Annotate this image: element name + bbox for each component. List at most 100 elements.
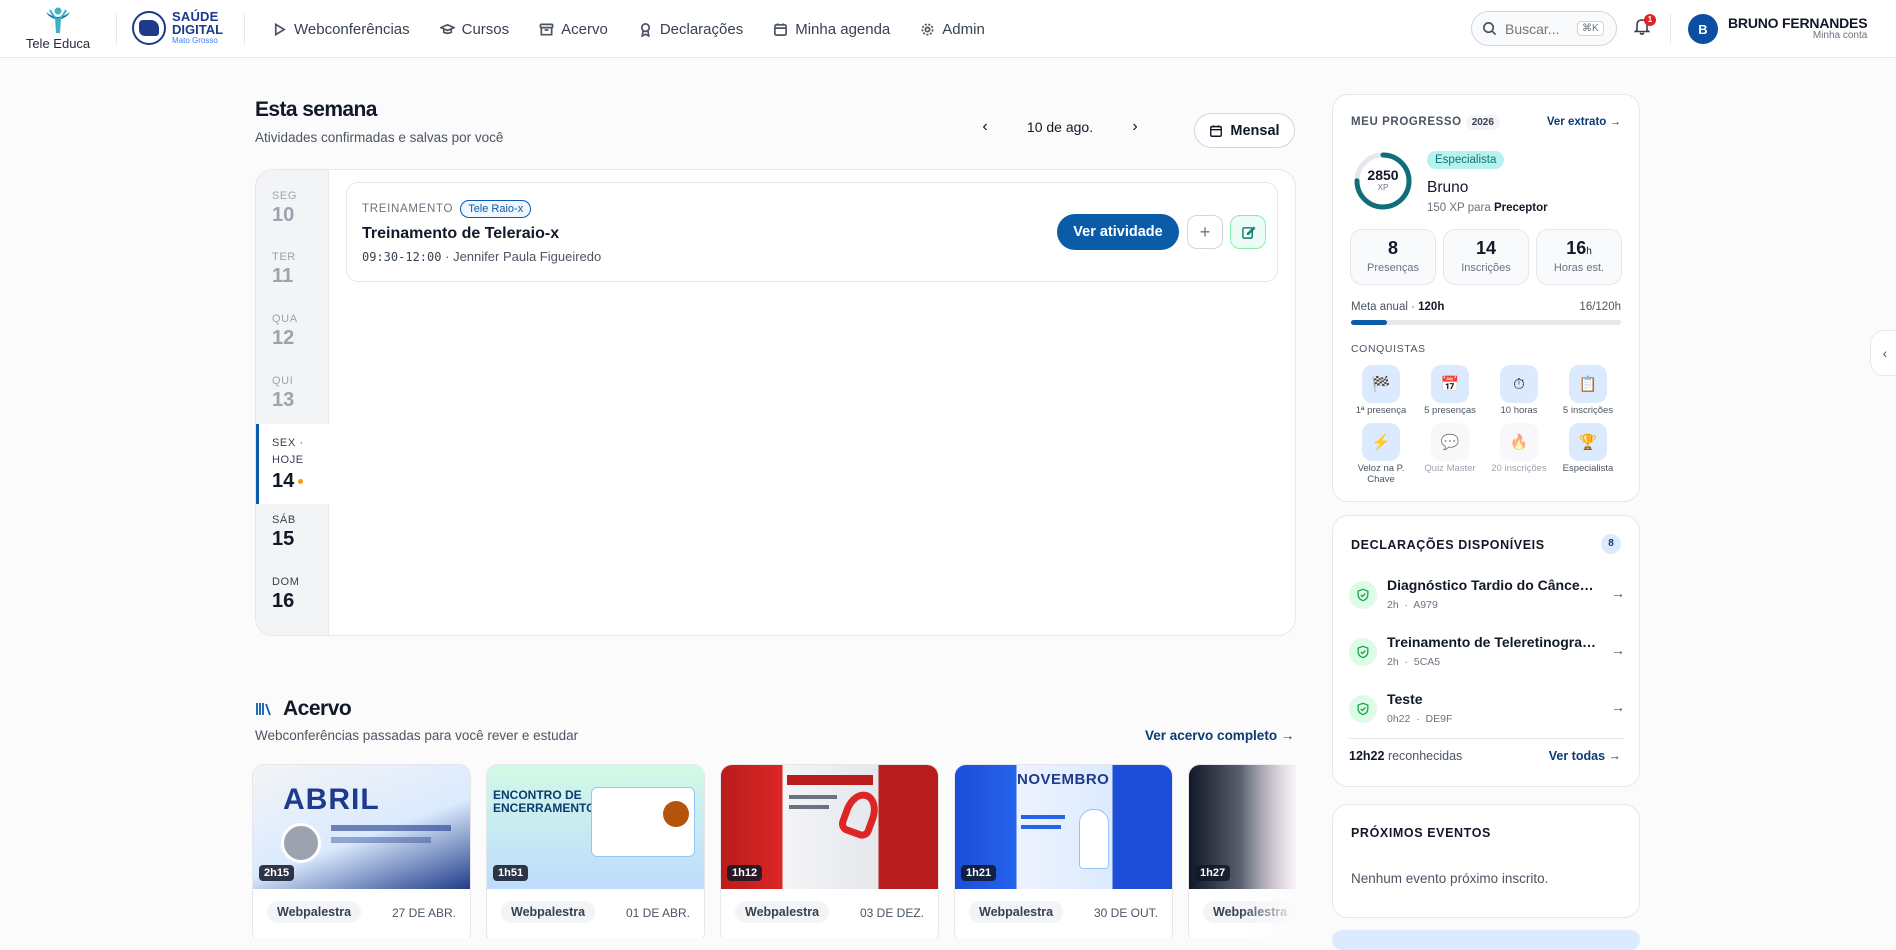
profile-name: Bruno	[1427, 179, 1469, 196]
nav-admin[interactable]: Admin	[920, 21, 985, 38]
acervo-card[interactable]: NOVEMBRO 1h21 Webpalestra 30 DE OUT.	[954, 764, 1173, 938]
plus-icon: +	[1199, 221, 1211, 242]
week-days-column: SEG 10 TER 11 QUA 12 QUI 13 SEX · HOJE 14…	[256, 170, 329, 635]
day-dom[interactable]: DOM 16	[256, 576, 329, 613]
day-name: QUI	[272, 375, 294, 387]
stopwatch-icon: ⏱	[1500, 365, 1538, 403]
stat-horas: 16h Horas est.	[1536, 229, 1622, 285]
notifications-button[interactable]: 1	[1632, 14, 1656, 38]
achievement-20-inscricoes[interactable]: 🔥 20 inscrições	[1488, 423, 1550, 475]
view-activity-button[interactable]: Ver atividade	[1057, 214, 1179, 250]
divider	[116, 14, 117, 44]
arrow-right-icon: →	[1611, 585, 1625, 601]
collapse-sidebar-button[interactable]: ‹	[1870, 330, 1896, 376]
achievement-quiz-master[interactable]: 💬 Quiz Master	[1419, 423, 1481, 475]
nav-declaracoes[interactable]: Declarações	[638, 21, 743, 38]
achievement-veloz[interactable]: ⚡ Veloz na P. Chave	[1350, 423, 1412, 486]
user-menu[interactable]: B BRUNO FERNANDES Minha conta	[1688, 14, 1868, 44]
week-navigation: ‹ 10 de ago. ›	[972, 114, 1148, 140]
achievement-5-presencas[interactable]: 📅 5 presenças	[1419, 365, 1481, 417]
thumbnail-title: ENCONTRO DE ENCERRAMENTO	[493, 788, 596, 816]
video-duration: 2h15	[259, 865, 295, 881]
stat-value: 14	[1475, 238, 1497, 258]
lightning-icon: ⚡	[1362, 423, 1400, 461]
current-date-label: 10 de ago.	[1026, 119, 1094, 135]
acervo-card[interactable]: ABRIL 2h15 Webpalestra 27 DE ABR.	[252, 764, 471, 938]
nav-cursos[interactable]: Cursos	[439, 21, 509, 38]
stat-inscricoes: 14 Inscrições	[1443, 229, 1529, 285]
day-sab[interactable]: SÁB 15	[256, 514, 329, 551]
acervo-carousel: ABRIL 2h15 Webpalestra 27 DE ABR. ENCONT…	[252, 764, 1296, 938]
view-statement-link[interactable]: Ver extrato →	[1547, 116, 1621, 128]
achievement-label: Especialista	[1562, 463, 1614, 474]
edit-note-button[interactable]	[1230, 215, 1266, 249]
nav-webconferencias[interactable]: Webconferências	[272, 21, 410, 38]
monthly-view-button[interactable]: Mensal	[1194, 113, 1295, 148]
annual-goal-bar	[1351, 320, 1621, 325]
declaration-meta: 0h22 · DE9F	[1387, 713, 1453, 725]
card-tag: Webpalestra	[501, 901, 596, 923]
arrow-right-icon: →	[1611, 642, 1625, 658]
day-ter[interactable]: TER 11	[256, 251, 329, 288]
declaration-item[interactable]: Treinamento de Teleretinografia 2h · 5CA…	[1349, 630, 1625, 680]
achievement-1a-presenca[interactable]: 🏁 1ª presença	[1350, 365, 1412, 417]
calendar-icon: 📅	[1431, 365, 1469, 403]
add-to-calendar-button[interactable]: +	[1187, 215, 1223, 249]
achievements-heading: CONQUISTAS	[1351, 343, 1426, 355]
next-level-text: 150 XP para Preceptor	[1427, 202, 1548, 214]
tele-educa-logo[interactable]: Tele Educa	[22, 6, 94, 52]
acervo-card[interactable]: ENCONTRO DE ENCERRAMENTO 1h51 Webpalestr…	[486, 764, 705, 938]
calendar-icon	[774, 22, 788, 36]
previous-week-button[interactable]: ‹	[972, 114, 998, 140]
event-card[interactable]: TREINAMENTO Tele Raio-x Treinamento de T…	[346, 182, 1278, 282]
view-full-acervo-link[interactable]: Ver acervo completo →	[1145, 728, 1294, 743]
xp-value: 2850	[1367, 167, 1399, 183]
event-meta: 09:30-12:00 · Jennifer Paula Figueiredo	[362, 249, 601, 264]
declaration-item[interactable]: Teste 0h22 · DE9F →	[1349, 687, 1625, 737]
shield-check-icon	[1349, 638, 1377, 666]
view-all-declarations-link[interactable]: Ver todas →	[1549, 749, 1621, 763]
declaration-title: Diagnóstico Tardio do Câncer de Mama	[1387, 577, 1597, 593]
declaration-item[interactable]: Diagnóstico Tardio do Câncer de Mama 2h …	[1349, 573, 1625, 623]
avatar: B	[1688, 14, 1718, 44]
achievement-5-inscricoes[interactable]: 📋 5 inscrições	[1557, 365, 1619, 417]
top-navigation-bar: Tele Educa SAÚDE DIGITAL Mato Grosso Web…	[0, 0, 1896, 58]
divider	[244, 14, 245, 44]
day-qua[interactable]: QUA 12	[256, 313, 329, 350]
stat-label: Presenças	[1367, 262, 1419, 274]
user-account-link[interactable]: Minha conta	[1728, 31, 1867, 42]
nav-label: Minha agenda	[795, 20, 891, 38]
nav-label: Declarações	[659, 20, 744, 38]
progress-panel: MEU PROGRESSO 2026 Ver extrato → 2850 XP …	[1332, 94, 1640, 502]
nav-minha-agenda[interactable]: Minha agenda	[773, 21, 890, 38]
checkered-flag-icon: 🏁	[1362, 365, 1400, 403]
achievement-10-horas[interactable]: ⏱ 10 horas	[1488, 365, 1550, 417]
day-sex-today[interactable]: SEX · HOJE 14	[256, 424, 329, 504]
search-shortcut: ⌘K	[1577, 21, 1604, 36]
video-thumbnail: ABRIL 2h15	[253, 765, 470, 889]
achievement-label: Veloz na P. Chave	[1357, 463, 1405, 485]
saude-digital-logo[interactable]: SAÚDE DIGITAL Mato Grosso	[132, 10, 223, 45]
achievement-especialista[interactable]: 🏆 Especialista	[1557, 423, 1619, 475]
next-week-button[interactable]: ›	[1122, 114, 1148, 140]
award-icon	[640, 22, 650, 37]
xp-ring: 2850 XP	[1353, 151, 1413, 211]
hours-recognized: 12h22 reconhecidas	[1349, 749, 1463, 763]
clipboard-icon: 📋	[1569, 365, 1607, 403]
stat-label: Horas est.	[1553, 262, 1605, 274]
day-qui[interactable]: QUI 13	[256, 375, 329, 412]
day-date: 13	[272, 389, 295, 411]
upcoming-events-heading: PRÓXIMOS EVENTOS	[1351, 826, 1491, 840]
day-date: 16	[272, 590, 295, 612]
nav-acervo[interactable]: Acervo	[539, 21, 608, 38]
stat-presencas: 8 Presenças	[1350, 229, 1436, 285]
annual-goal-fill	[1351, 320, 1387, 325]
upcoming-events-panel: PRÓXIMOS EVENTOS Nenhum evento próximo i…	[1332, 804, 1640, 918]
acervo-card[interactable]: 1h12 Webpalestra 03 DE DEZ.	[720, 764, 939, 938]
search-box[interactable]: ⌘K	[1471, 11, 1617, 46]
next-level-name: Preceptor	[1493, 202, 1548, 214]
declaration-meta: 2h · 5CA5	[1387, 656, 1441, 668]
achievement-label: Quiz Master	[1424, 463, 1476, 474]
search-input[interactable]	[1505, 20, 1569, 37]
day-seg[interactable]: SEG 10	[256, 190, 329, 227]
